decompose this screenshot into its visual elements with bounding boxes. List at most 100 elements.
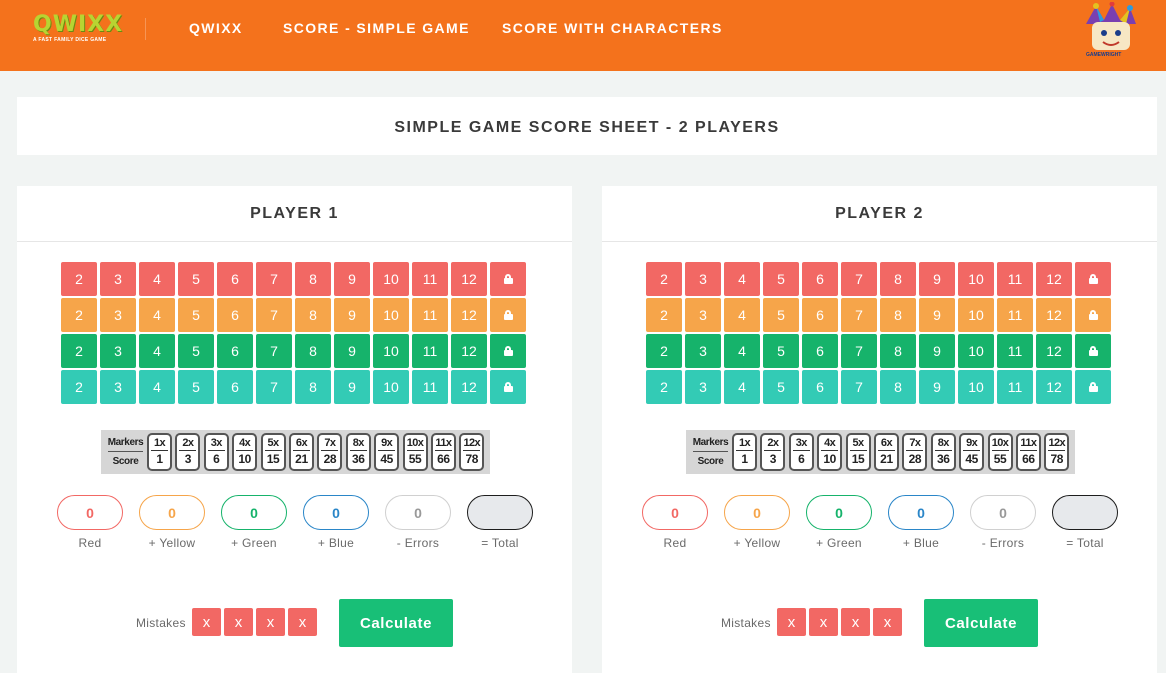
- green-cell[interactable]: 7: [841, 334, 877, 368]
- nav-link-score-with-characters[interactable]: SCORE WITH CHARACTERS: [502, 20, 723, 36]
- blue-score-field[interactable]: 0: [888, 495, 954, 530]
- yellow-cell[interactable]: 4: [724, 298, 760, 332]
- mistake-checkbox[interactable]: x: [809, 608, 838, 636]
- yellow-cell[interactable]: 2: [61, 298, 97, 332]
- red-cell[interactable]: 10: [373, 262, 409, 296]
- green-cell[interactable]: 12: [1036, 334, 1072, 368]
- blue-cell[interactable]: 5: [178, 370, 214, 404]
- blue-cell[interactable]: 2: [646, 370, 682, 404]
- red-lock-button[interactable]: [490, 262, 526, 296]
- yellow-cell[interactable]: 5: [178, 298, 214, 332]
- yellow-cell[interactable]: 11: [997, 298, 1033, 332]
- errors-score-field[interactable]: 0: [385, 495, 451, 530]
- blue-lock-button[interactable]: [1075, 370, 1111, 404]
- mistake-checkbox[interactable]: x: [777, 608, 806, 636]
- green-cell[interactable]: 6: [802, 334, 838, 368]
- yellow-cell[interactable]: 12: [451, 298, 487, 332]
- green-cell[interactable]: 3: [100, 334, 136, 368]
- blue-cell[interactable]: 8: [880, 370, 916, 404]
- green-cell[interactable]: 5: [763, 334, 799, 368]
- blue-score-field[interactable]: 0: [303, 495, 369, 530]
- total-score-field[interactable]: [467, 495, 533, 530]
- red-cell[interactable]: 3: [685, 262, 721, 296]
- green-score-field[interactable]: 0: [806, 495, 872, 530]
- green-cell[interactable]: 8: [295, 334, 331, 368]
- blue-cell[interactable]: 9: [334, 370, 370, 404]
- green-cell[interactable]: 12: [451, 334, 487, 368]
- green-cell[interactable]: 7: [256, 334, 292, 368]
- calculate-button[interactable]: Calculate: [924, 599, 1038, 647]
- red-cell[interactable]: 2: [646, 262, 682, 296]
- green-cell[interactable]: 11: [412, 334, 448, 368]
- yellow-cell[interactable]: 10: [958, 298, 994, 332]
- blue-cell[interactable]: 9: [919, 370, 955, 404]
- total-score-field[interactable]: [1052, 495, 1118, 530]
- green-cell[interactable]: 5: [178, 334, 214, 368]
- green-cell[interactable]: 9: [334, 334, 370, 368]
- blue-cell[interactable]: 3: [685, 370, 721, 404]
- yellow-cell[interactable]: 9: [919, 298, 955, 332]
- nav-link-qwixx[interactable]: QWIXX: [189, 20, 243, 36]
- yellow-lock-button[interactable]: [1075, 298, 1111, 332]
- yellow-cell[interactable]: 11: [412, 298, 448, 332]
- blue-cell[interactable]: 12: [1036, 370, 1072, 404]
- blue-cell[interactable]: 4: [724, 370, 760, 404]
- yellow-cell[interactable]: 2: [646, 298, 682, 332]
- blue-cell[interactable]: 7: [841, 370, 877, 404]
- yellow-cell[interactable]: 6: [217, 298, 253, 332]
- green-cell[interactable]: 8: [880, 334, 916, 368]
- green-cell[interactable]: 11: [997, 334, 1033, 368]
- yellow-cell[interactable]: 3: [685, 298, 721, 332]
- red-cell[interactable]: 7: [841, 262, 877, 296]
- red-cell[interactable]: 12: [451, 262, 487, 296]
- mistake-checkbox[interactable]: x: [256, 608, 285, 636]
- green-cell[interactable]: 10: [373, 334, 409, 368]
- green-cell[interactable]: 9: [919, 334, 955, 368]
- blue-cell[interactable]: 10: [958, 370, 994, 404]
- yellow-score-field[interactable]: 0: [139, 495, 205, 530]
- blue-cell[interactable]: 4: [139, 370, 175, 404]
- yellow-lock-button[interactable]: [490, 298, 526, 332]
- green-cell[interactable]: 3: [685, 334, 721, 368]
- red-cell[interactable]: 5: [178, 262, 214, 296]
- red-cell[interactable]: 11: [997, 262, 1033, 296]
- yellow-cell[interactable]: 7: [256, 298, 292, 332]
- red-cell[interactable]: 8: [295, 262, 331, 296]
- qwixx-logo[interactable]: QWIXX A FAST FAMILY DICE GAME: [33, 14, 143, 48]
- mistake-checkbox[interactable]: x: [288, 608, 317, 636]
- blue-cell[interactable]: 7: [256, 370, 292, 404]
- yellow-cell[interactable]: 8: [880, 298, 916, 332]
- blue-cell[interactable]: 8: [295, 370, 331, 404]
- yellow-cell[interactable]: 3: [100, 298, 136, 332]
- mistake-checkbox[interactable]: x: [841, 608, 870, 636]
- mistake-checkbox[interactable]: x: [873, 608, 902, 636]
- green-cell[interactable]: 4: [139, 334, 175, 368]
- red-lock-button[interactable]: [1075, 262, 1111, 296]
- yellow-score-field[interactable]: 0: [724, 495, 790, 530]
- nav-link-score-simple-game[interactable]: SCORE - SIMPLE GAME: [283, 20, 470, 36]
- green-lock-button[interactable]: [1075, 334, 1111, 368]
- red-cell[interactable]: 11: [412, 262, 448, 296]
- blue-lock-button[interactable]: [490, 370, 526, 404]
- yellow-cell[interactable]: 12: [1036, 298, 1072, 332]
- blue-cell[interactable]: 2: [61, 370, 97, 404]
- blue-cell[interactable]: 5: [763, 370, 799, 404]
- red-cell[interactable]: 4: [724, 262, 760, 296]
- green-cell[interactable]: 10: [958, 334, 994, 368]
- mistake-checkbox[interactable]: x: [224, 608, 253, 636]
- red-cell[interactable]: 5: [763, 262, 799, 296]
- blue-cell[interactable]: 6: [217, 370, 253, 404]
- yellow-cell[interactable]: 8: [295, 298, 331, 332]
- green-cell[interactable]: 6: [217, 334, 253, 368]
- calculate-button[interactable]: Calculate: [339, 599, 453, 647]
- mistake-checkbox[interactable]: x: [192, 608, 221, 636]
- red-cell[interactable]: 3: [100, 262, 136, 296]
- red-cell[interactable]: 4: [139, 262, 175, 296]
- green-cell[interactable]: 2: [61, 334, 97, 368]
- green-cell[interactable]: 2: [646, 334, 682, 368]
- yellow-cell[interactable]: 4: [139, 298, 175, 332]
- yellow-cell[interactable]: 7: [841, 298, 877, 332]
- yellow-cell[interactable]: 6: [802, 298, 838, 332]
- red-cell[interactable]: 10: [958, 262, 994, 296]
- red-cell[interactable]: 6: [217, 262, 253, 296]
